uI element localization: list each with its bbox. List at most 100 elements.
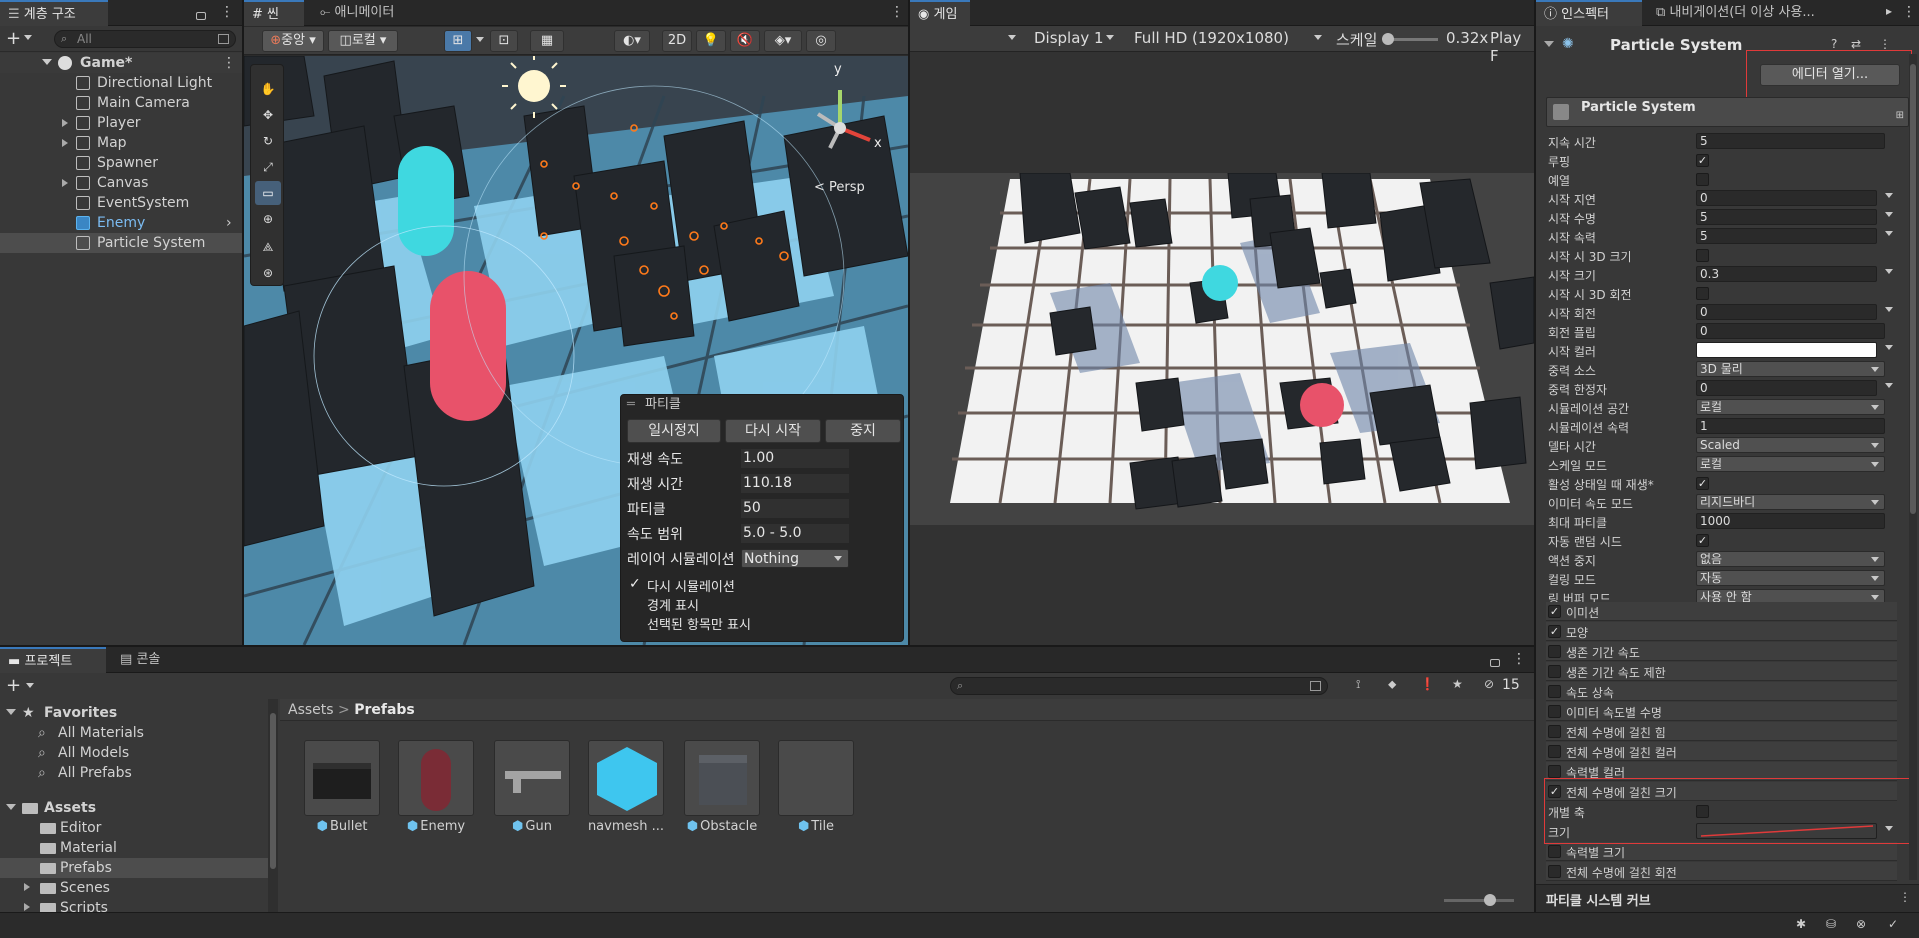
tab-inspector[interactable]: ⓘ 인스펙터	[1536, 0, 1642, 26]
module-checkbox[interactable]	[1548, 705, 1561, 718]
chevron-down-icon[interactable]	[1885, 269, 1893, 278]
tab-project[interactable]: ▬ 프로젝트	[0, 647, 106, 673]
property-checkbox[interactable]	[1696, 173, 1709, 186]
property-checkbox[interactable]: ✓	[1696, 477, 1709, 490]
module-checkbox[interactable]	[1548, 865, 1561, 878]
module-checkbox[interactable]	[1548, 645, 1561, 658]
search-by-type-icon[interactable]	[1310, 681, 1321, 691]
module-checkbox[interactable]	[1548, 665, 1561, 678]
prefab-thumbnail[interactable]	[494, 740, 570, 816]
chevron-down-icon[interactable]	[1885, 193, 1893, 202]
scale-tool-icon[interactable]: ⤢	[255, 155, 281, 179]
chevron-down-icon[interactable]	[1885, 307, 1893, 316]
chevron-down-icon[interactable]	[26, 683, 34, 692]
warning-icon[interactable]: ❗	[1420, 677, 1435, 691]
hierarchy-item[interactable]: Directional Light	[0, 73, 242, 93]
overlay-button[interactable]: 일시정지	[627, 419, 721, 443]
expand-arrow-icon[interactable]	[6, 709, 16, 720]
scene-root-row[interactable]: Game* ⋮	[0, 53, 242, 73]
module-checkbox[interactable]	[1548, 685, 1561, 698]
favorites-header[interactable]: ★ Favorites	[0, 703, 268, 723]
folder-item[interactable]: Editor	[0, 818, 268, 838]
network-icon[interactable]: ⊗	[1856, 917, 1866, 931]
hierarchy-item[interactable]: Canvas	[0, 173, 242, 193]
expand-arrow-icon[interactable]	[6, 804, 16, 815]
grid-visibility-button[interactable]: ▦	[530, 30, 564, 52]
rotate-tool-icon[interactable]: ↻	[255, 129, 281, 153]
audio-toggle[interactable]: 🔇	[730, 30, 760, 52]
module-header[interactable]: Particle System ⊞	[1546, 97, 1909, 127]
more-menu-icon[interactable]: ⋮	[890, 4, 904, 20]
transform-tool-icon[interactable]: ⊕	[255, 207, 281, 231]
tab-console[interactable]: ▤ 콘솔	[112, 647, 192, 673]
prefab-thumbnail[interactable]	[778, 740, 854, 816]
more-menu-icon[interactable]: ⋮	[1902, 4, 1916, 20]
tree-scroll-thumb[interactable]	[270, 713, 276, 869]
more-menu-icon[interactable]: ⋮	[1512, 651, 1526, 667]
module-row[interactable]: 생존 기간 속도 제한	[1546, 662, 1897, 681]
property-dropdown[interactable]: 없음	[1696, 551, 1885, 567]
more-menu-icon[interactable]: ⋮	[220, 4, 234, 20]
overlay-check-row[interactable]: 선택된 항목만 표시	[627, 613, 899, 633]
move-tool-icon[interactable]: ✥	[255, 103, 281, 127]
tab-hierarchy[interactable]: ☰ 계층 구조	[0, 0, 108, 26]
property-dropdown[interactable]: 리지드바디	[1696, 494, 1885, 510]
module-row[interactable]: 전체 수명에 걸친 회전	[1546, 862, 1897, 881]
breadcrumb-current[interactable]: Prefabs	[354, 702, 415, 718]
assets-header[interactable]: Assets	[0, 798, 268, 818]
module-row[interactable]: ✓ 모양	[1546, 622, 1897, 641]
hierarchy-item[interactable]: Enemy ›	[0, 213, 242, 233]
property-field[interactable]: 5	[1696, 209, 1877, 225]
space-dropdown[interactable]: ◫로컬 ▾	[328, 30, 398, 52]
folder-item[interactable]: Prefabs	[0, 858, 268, 878]
snap-increment-button[interactable]: ⊡	[490, 30, 518, 52]
tab-animator[interactable]: ⟜ 애니메이터	[312, 0, 422, 26]
property-field[interactable]: 0.3	[1696, 266, 1877, 282]
mode-2d-toggle[interactable]: 2D	[662, 30, 692, 52]
tree-scrollbar[interactable]	[268, 699, 278, 912]
module-row[interactable]: ✓ 이미션	[1546, 602, 1897, 621]
overlay-button[interactable]: 중지	[825, 419, 901, 443]
tab-scene[interactable]: # 씬	[244, 0, 304, 26]
property-field[interactable]: 0	[1696, 380, 1877, 396]
property-dropdown[interactable]: 자동	[1696, 570, 1885, 586]
property-field[interactable]: 5	[1696, 133, 1885, 149]
tab-game[interactable]: ◉ 게임	[910, 0, 970, 26]
add-icon[interactable]: +	[6, 675, 21, 696]
property-checkbox[interactable]: ✓	[1696, 154, 1709, 167]
property-field[interactable]: 0	[1696, 304, 1877, 320]
scale-slider[interactable]	[1382, 33, 1438, 45]
drag-handle-icon[interactable]: ═	[627, 395, 635, 415]
layer-simulation-dropdown[interactable]: Nothing	[741, 549, 849, 568]
scale-slider-handle[interactable]	[1382, 33, 1394, 45]
hand-tool-icon[interactable]: ✋	[255, 77, 281, 101]
chevron-down-icon[interactable]	[1885, 345, 1893, 354]
module-checkbox[interactable]: ✓	[1548, 625, 1561, 638]
chevron-down-icon[interactable]	[1314, 35, 1322, 44]
icon-size-slider[interactable]	[1444, 894, 1514, 906]
overlay-check-row[interactable]: 경계 표시	[627, 594, 899, 614]
property-checkbox[interactable]: ✓	[1696, 534, 1709, 547]
custom-tool-icon[interactable]: ⟁	[255, 235, 281, 259]
more-menu-icon[interactable]: ⋮	[1879, 37, 1891, 51]
property-field[interactable]: 0	[1696, 323, 1885, 339]
add-module-icon[interactable]: ⊞	[1896, 110, 1904, 121]
folder-item[interactable]: Scenes	[0, 878, 268, 898]
hierarchy-item[interactable]: Map	[0, 133, 242, 153]
add-icon[interactable]: +	[6, 28, 21, 49]
chevron-down-icon[interactable]	[476, 37, 484, 46]
more-menu-icon[interactable]: ⋮	[1899, 890, 1911, 904]
pivot-dropdown[interactable]: ⊕중앙 ▾	[262, 30, 324, 52]
scene-menu-icon[interactable]: ⋮	[222, 53, 236, 73]
expand-arrow-icon[interactable]	[62, 139, 72, 147]
chevron-down-icon[interactable]	[1106, 35, 1114, 44]
tab-navigation[interactable]: ⧉ 내비게이션(더 이상 사용...	[1648, 0, 1880, 26]
filter-by-label-icon[interactable]: ⬥	[1388, 677, 1396, 692]
module-row[interactable]: 속도 상속	[1546, 682, 1897, 701]
property-checkbox[interactable]	[1696, 287, 1709, 300]
persp-label[interactable]: < Persp	[814, 180, 865, 195]
status-check-icon[interactable]: ✓	[1888, 917, 1898, 931]
module-row[interactable]: 전체 수명에 걸친 힘	[1546, 722, 1897, 741]
checkbox[interactable]: ✓	[629, 576, 641, 592]
overlay-header[interactable]: ═ 파티클	[621, 395, 903, 415]
